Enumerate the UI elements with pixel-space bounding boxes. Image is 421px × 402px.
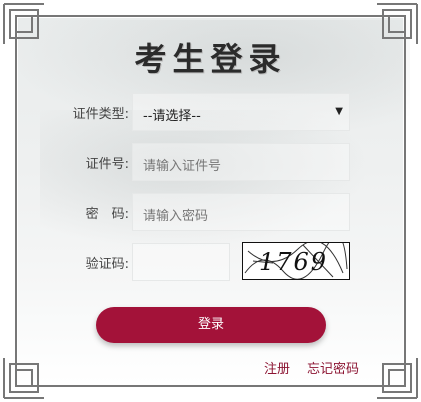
id-type-label: 证件类型: [72, 107, 129, 122]
id-type-select[interactable]: --请选择-- ▼ [132, 93, 350, 131]
id-type-value: --请选择-- [143, 109, 201, 124]
dropdown-arrow-icon: ▼ [335, 106, 343, 117]
password-placeholder: 请输入密码 [143, 209, 209, 224]
forgot-password-link[interactable]: 忘记密码 [307, 358, 359, 377]
captcha-input[interactable] [132, 243, 230, 281]
id-number-label: 证件号: [85, 157, 129, 172]
captcha-row: 验证码: 1769 [0, 235, 421, 281]
login-button[interactable]: 登录 [96, 307, 326, 343]
register-link[interactable]: 注册 [264, 358, 290, 377]
password-row: 密 码: 请输入密码 [0, 193, 421, 231]
id-number-input[interactable]: 请输入证件号 [132, 143, 350, 181]
captcha-noise: 1769 [244, 235, 348, 280]
id-number-placeholder: 请输入证件号 [143, 159, 222, 174]
password-input[interactable]: 请输入密码 [132, 193, 350, 231]
captcha-label: 验证码: [85, 257, 129, 272]
captcha-image[interactable]: 1769 [242, 235, 350, 280]
captcha-text: 1769 [259, 248, 328, 276]
password-label: 密 码: [85, 207, 129, 222]
page-title: 考生登录 [134, 40, 287, 78]
id-number-row: 证件号: 请输入证件号 [0, 143, 421, 181]
id-type-row: 证件类型: --请选择-- ▼ [0, 93, 421, 131]
